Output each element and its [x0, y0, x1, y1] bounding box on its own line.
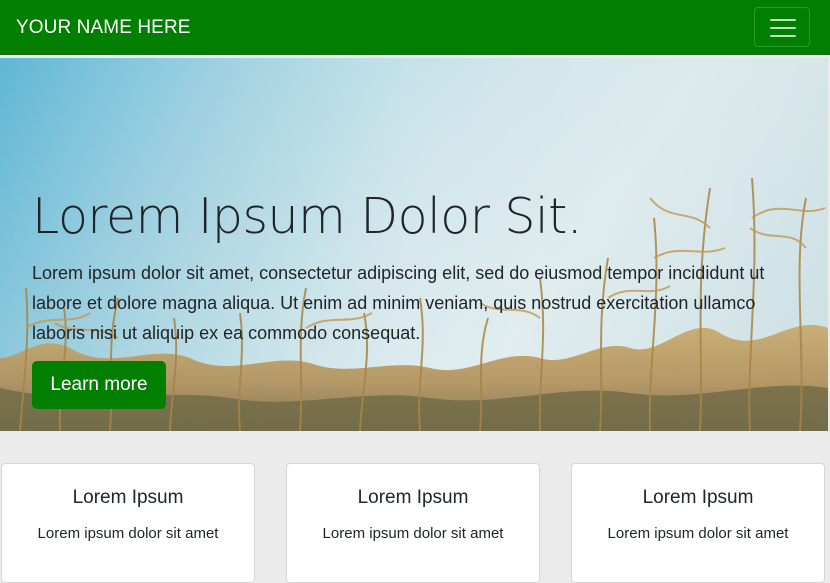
navbar-brand[interactable]: YOUR NAME HERE	[16, 15, 191, 41]
hero-title: Lorem Ipsum Dolor Sit.	[32, 188, 582, 245]
card-title: Lorem Ipsum	[72, 487, 184, 508]
card-text: Lorem ipsum dolor sit amet	[322, 525, 504, 542]
navbar-toggler-button[interactable]	[754, 7, 810, 47]
navbar: YOUR NAME HERE	[0, 0, 830, 55]
card-text: Lorem ipsum dolor sit amet	[37, 525, 219, 542]
card: Lorem Ipsum Lorem ipsum dolor sit amet	[1, 463, 255, 583]
card: Lorem Ipsum Lorem ipsum dolor sit amet	[286, 463, 540, 583]
card-text: Lorem ipsum dolor sit amet	[607, 525, 789, 542]
card-title: Lorem Ipsum	[642, 487, 754, 508]
hero-lead-text: Lorem ipsum dolor sit amet, consectetur …	[32, 263, 765, 343]
card: Lorem Ipsum Lorem ipsum dolor sit amet	[571, 463, 825, 583]
learn-more-button[interactable]: Learn more	[32, 361, 166, 409]
hamburger-menu-icon	[770, 18, 796, 38]
card-title: Lorem Ipsum	[357, 487, 469, 508]
hero-jumbotron: Lorem Ipsum Dolor Sit. Lorem ipsum dolor…	[0, 58, 828, 431]
